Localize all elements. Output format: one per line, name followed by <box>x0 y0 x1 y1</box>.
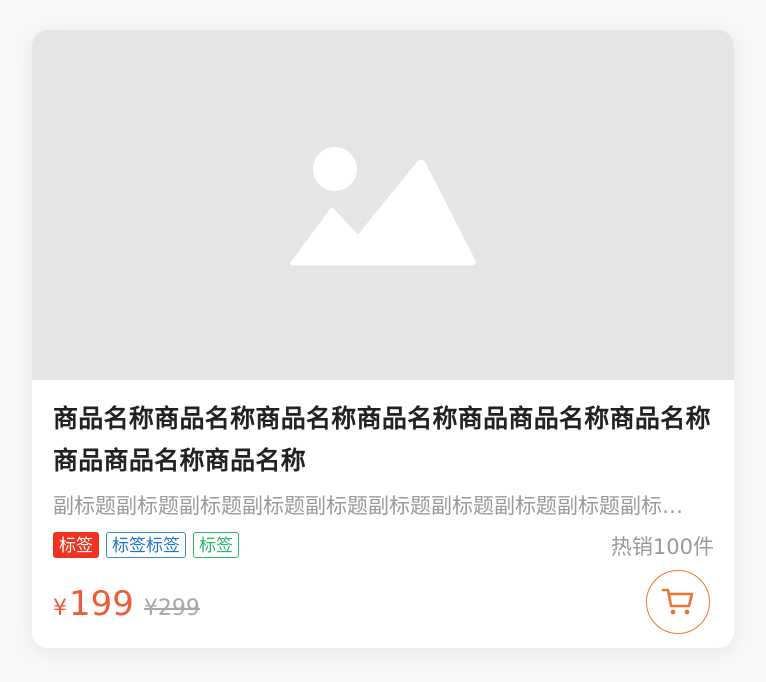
image-placeholder-icon <box>290 147 476 266</box>
tag-green: 标签 <box>193 532 239 558</box>
currency-symbol: ¥ <box>53 596 67 621</box>
original-price: ¥299 <box>143 596 200 621</box>
sales-count: 热销100件 <box>610 535 714 559</box>
tag-list: 标签 标签标签 标签 <box>53 532 239 558</box>
product-title[interactable]: 商品名称商品名称商品名称商品名称商品商品名称商品名称商品商品名称商品名称 <box>53 398 713 482</box>
price-row: ¥ 199 ¥299 <box>53 584 200 624</box>
product-card[interactable]: 商品名称商品名称商品名称商品名称商品商品名称商品名称商品商品名称商品名称 副标题… <box>32 30 734 648</box>
tag-blue: 标签标签 <box>106 532 186 558</box>
current-price: 199 <box>69 584 134 624</box>
cart-icon <box>661 588 694 615</box>
tag-red: 标签 <box>53 532 99 558</box>
product-subtitle: 副标题副标题副标题副标题副标题副标题副标题副标题副标题副标题副标题 <box>53 494 703 518</box>
add-to-cart-button[interactable] <box>646 570 710 634</box>
product-image[interactable] <box>32 30 734 380</box>
